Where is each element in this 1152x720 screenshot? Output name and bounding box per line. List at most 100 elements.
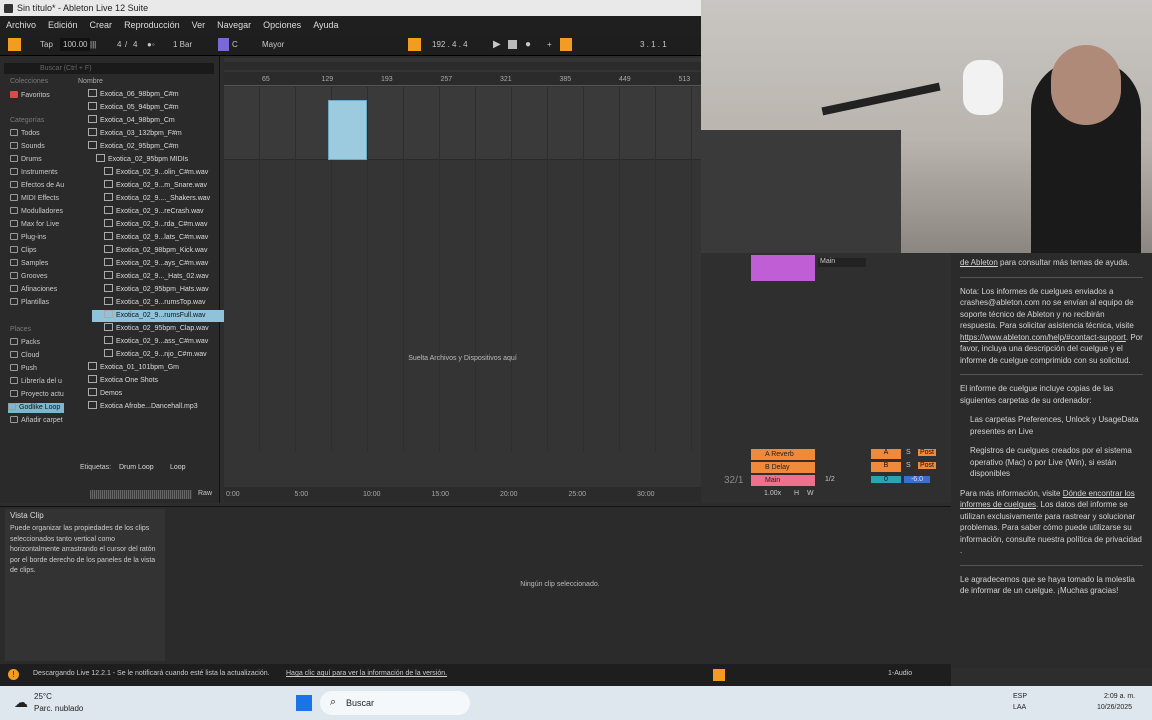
browser-file-item[interactable]: Exotica_02_9...ass_C#m.wav — [92, 336, 208, 348]
category-item[interactable]: Plug-ins — [10, 233, 46, 243]
return-b-letter[interactable]: B — [871, 462, 901, 472]
return-a-header[interactable]: A Reverb — [751, 449, 815, 460]
category-item[interactable]: Samples — [10, 259, 48, 269]
tag-loop[interactable]: Loop — [170, 464, 186, 471]
place-item[interactable]: Librería del u — [10, 377, 62, 387]
preview-waveform[interactable] — [90, 490, 192, 499]
browser-file-item[interactable]: Exotica_03_132bpm_F#m — [76, 128, 182, 140]
metronome-icon[interactable]: ●◦ — [147, 38, 155, 51]
key-select[interactable]: C — [232, 38, 238, 51]
browser-file-item[interactable]: Exotica_02_9...njo_C#m.wav — [92, 349, 207, 361]
browser-file-item[interactable]: Exotica_02_9...olin_C#m.wav — [92, 167, 208, 179]
main-volume[interactable]: 0 — [871, 476, 901, 483]
weather-icon[interactable]: ☁ — [14, 694, 28, 711]
tap-button[interactable]: Tap — [40, 38, 53, 51]
browser-file-item[interactable]: Exotica_01_101bpm_Gm — [76, 362, 179, 374]
browser-file-item[interactable]: Exotica_04_98bpm_Cm — [76, 115, 175, 127]
record-icon[interactable]: ● — [525, 38, 531, 51]
place-item[interactable]: Push — [10, 364, 37, 374]
browser-file-item[interactable]: Exotica_05_94bpm_C#m — [76, 102, 179, 114]
place-item[interactable]: Packs — [10, 338, 40, 348]
post-a[interactable]: Post — [918, 449, 937, 456]
info-icon[interactable]: ! — [8, 669, 19, 680]
solo-b[interactable]: S — [906, 462, 911, 469]
clock-time[interactable]: 2:09 a. m. — [1104, 693, 1135, 700]
browser-search-input[interactable]: Buscar (Ctrl + F) — [4, 63, 214, 74]
menu-reproduccion[interactable]: Reproducción — [124, 20, 180, 30]
main-output-select[interactable]: Main — [818, 258, 866, 267]
cue-output[interactable]: 1/2 — [825, 476, 835, 483]
browser-file-item[interactable]: Exotica_06_98bpm_C#m — [76, 89, 179, 101]
return-b-header[interactable]: B Delay — [751, 462, 815, 473]
menu-ayuda[interactable]: Ayuda — [313, 20, 338, 30]
status-link[interactable]: Haga clic aquí para ver la información d… — [286, 670, 447, 677]
category-item[interactable]: Efectos de Au — [10, 181, 64, 191]
category-item[interactable]: Max for Live — [10, 220, 59, 230]
beat-ruler[interactable]: 65129193257321385449513577641705769833 — [224, 72, 988, 86]
category-item[interactable]: Modulladores — [10, 207, 63, 217]
browser-file-item[interactable]: Exotica_02_9...rumsFull.wav — [92, 310, 232, 322]
stop-icon[interactable] — [508, 40, 517, 49]
browser-file-item[interactable]: Exotica_02_9...rda_C#m.wav — [92, 219, 207, 231]
browser-file-item[interactable]: Exotica_02_9...ays_C#m.wav — [92, 258, 208, 270]
tempo-scale[interactable]: 1.00x — [764, 490, 781, 497]
place-item[interactable]: Cloud — [10, 351, 39, 361]
menu-crear[interactable]: Crear — [90, 20, 113, 30]
main-track-header[interactable] — [751, 255, 815, 281]
post-b[interactable]: Post — [918, 462, 937, 469]
follow-button[interactable] — [408, 38, 421, 51]
quantize-select[interactable]: 1 Bar — [173, 38, 192, 51]
audio-clip[interactable] — [328, 100, 367, 160]
browser-file-item[interactable]: Demos — [76, 388, 122, 400]
browser-file-item[interactable]: Exotica_02_95bpm_Hats.wav — [92, 284, 209, 296]
taskbar-search-input[interactable]: ⌕ Buscar — [320, 691, 470, 715]
tempo-field[interactable]: 100.00 — [60, 38, 91, 51]
category-item[interactable]: Afinaciones — [10, 285, 57, 295]
favorites-item[interactable]: Favoritos — [10, 91, 50, 101]
category-item[interactable]: Grooves — [10, 272, 47, 282]
browser-file-item[interactable]: Exotica_02_95bpm_Clap.wav — [92, 323, 209, 335]
browser-file-item[interactable]: Exotica_02_9...._Shakers.wav — [92, 193, 210, 205]
meter-denominator[interactable]: 4 — [133, 38, 137, 51]
menu-archivo[interactable]: Archivo — [6, 20, 36, 30]
h-toggle[interactable]: H — [794, 490, 799, 497]
play-icon[interactable]: ▶ — [493, 38, 501, 51]
browser-file-item[interactable]: Exotica_02_95bpm MIDIs — [84, 154, 188, 166]
browser-file-item[interactable]: Exotica Afrobe...Dancehall.mp3 — [76, 401, 198, 413]
browser-file-item[interactable]: Exotica_02_9...m_Snare.wav — [92, 180, 207, 192]
return-a-letter[interactable]: A — [871, 449, 901, 459]
browser-file-item[interactable]: Exotica_02_9...reCrash.wav — [92, 206, 204, 218]
browser-file-item[interactable]: Exotica_02_9...lats_C#m.wav — [92, 232, 208, 244]
song-position[interactable]: 192 . 4 . 4 — [432, 38, 468, 51]
menu-ver[interactable]: Ver — [192, 20, 206, 30]
place-item[interactable]: Godlike Loop — [8, 403, 65, 413]
w-toggle[interactable]: W — [807, 490, 814, 497]
category-item[interactable]: Sounds — [10, 142, 45, 152]
nudge-icon[interactable]: ||| — [90, 38, 96, 51]
name-column-header[interactable]: Nombre — [78, 78, 103, 85]
time-ruler[interactable]: 0:005:0010:0015:0020:0025:0030:0035:00 — [224, 487, 723, 503]
meter-numerator[interactable]: 4 — [117, 38, 121, 51]
menu-opciones[interactable]: Opciones — [263, 20, 301, 30]
category-item[interactable]: Plantillas — [10, 298, 49, 308]
category-item[interactable]: Todos — [10, 129, 40, 139]
lang-1[interactable]: ESP — [1013, 693, 1027, 700]
category-item[interactable]: Clips — [10, 246, 37, 256]
clock-date[interactable]: 10/26/2025 — [1097, 704, 1132, 711]
category-item[interactable]: Drums — [10, 155, 42, 165]
scale-select[interactable]: Mayor — [262, 38, 284, 51]
lang-2[interactable]: LAA — [1013, 704, 1026, 711]
browser-file-item[interactable]: Exotica_02_98bpm_Kick.wav — [92, 245, 207, 257]
category-item[interactable]: Instruments — [10, 168, 58, 178]
automation-arm-button[interactable] — [560, 38, 572, 51]
raw-toggle[interactable]: Raw — [198, 490, 212, 497]
start-button-icon[interactable] — [296, 695, 312, 711]
loop-start-field[interactable]: 3 . 1 . 1 — [640, 38, 667, 51]
link-button[interactable] — [8, 38, 21, 51]
browser-file-item[interactable]: Exotica_02_9..._Hats_02.wav — [92, 271, 209, 283]
main-track-row[interactable]: Main — [751, 475, 815, 486]
menu-edicion[interactable]: Edición — [48, 20, 78, 30]
overview-strip[interactable] — [224, 62, 701, 70]
browser-file-item[interactable]: Exotica_02_95bpm_C#m — [76, 141, 179, 153]
menu-navegar[interactable]: Navegar — [217, 20, 251, 30]
